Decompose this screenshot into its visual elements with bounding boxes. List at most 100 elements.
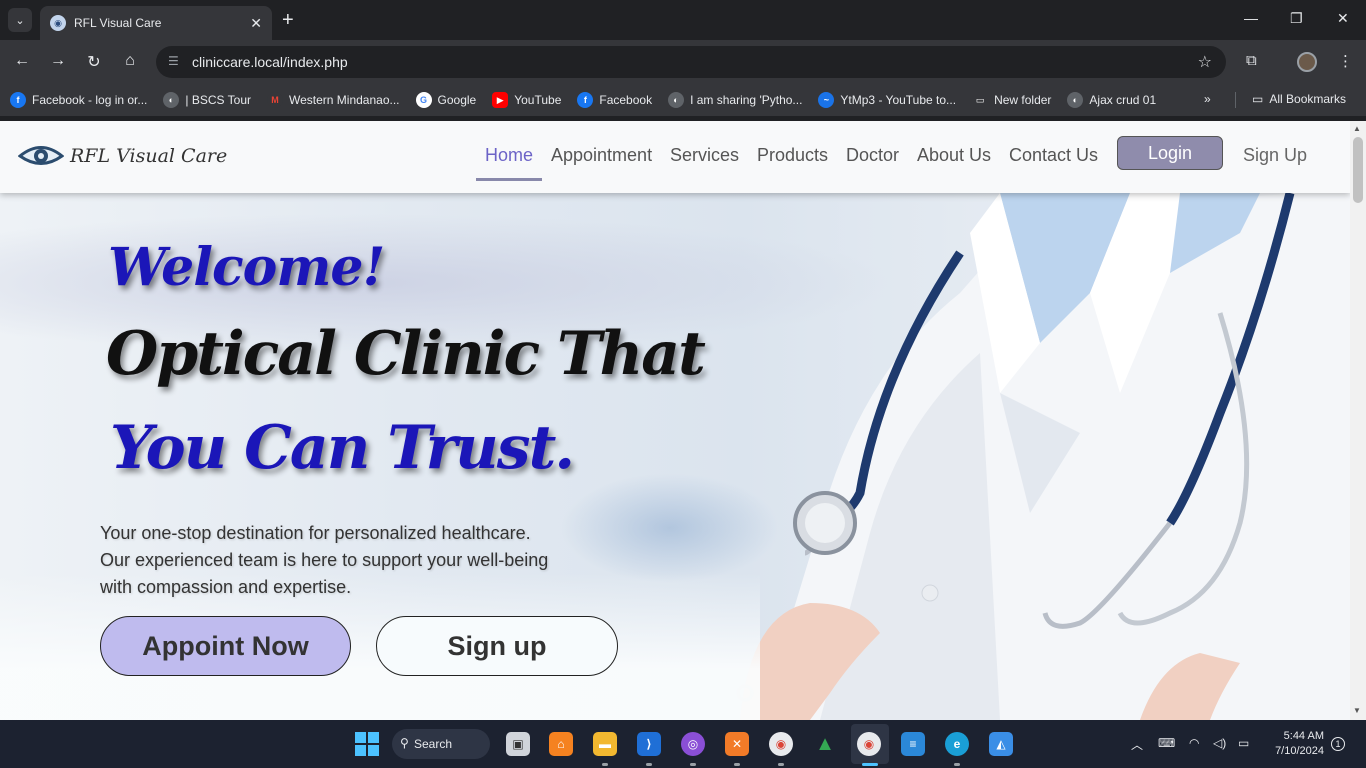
- site-navbar: RFL Visual Care Home Appointment Service…: [0, 121, 1350, 193]
- forward-icon[interactable]: →: [48, 52, 68, 70]
- google-drive-icon[interactable]: ▲: [813, 732, 837, 756]
- site-logo[interactable]: RFL Visual Care: [18, 141, 227, 171]
- back-icon[interactable]: ←: [12, 52, 32, 70]
- site-favicon-icon: ◉: [50, 15, 66, 31]
- appoint-now-button[interactable]: Appoint Now: [100, 616, 351, 676]
- notification-badge[interactable]: 1: [1331, 737, 1345, 751]
- chevron-down-icon: ⌄: [15, 14, 25, 27]
- title-bar: ⌄ ◉ RFL Visual Care ✕ + — ❐ ✕: [0, 0, 1366, 40]
- site-info-icon[interactable]: ☰: [168, 54, 179, 68]
- page-scrollbar[interactable]: ▲ ▼: [1350, 121, 1366, 720]
- nav-products[interactable]: Products: [757, 145, 828, 166]
- more-bookmarks-icon[interactable]: »: [1204, 92, 1211, 106]
- gmail-icon: M: [267, 92, 283, 108]
- vscode-icon[interactable]: ⟩: [637, 732, 661, 756]
- bookmark-item[interactable]: ~ YtMp3 - YouTube to...: [818, 92, 956, 108]
- profile-avatar[interactable]: [1297, 52, 1317, 72]
- chrome-icon[interactable]: ◉: [769, 732, 793, 756]
- reload-icon[interactable]: ↻: [84, 52, 104, 72]
- office-app-icon[interactable]: ⌂: [549, 732, 573, 756]
- minimize-icon[interactable]: —: [1244, 10, 1258, 26]
- nav-services[interactable]: Services: [670, 145, 739, 166]
- bookmarks-bar: f Facebook - log in or... ◐ | BSCS Tour MW…: [0, 84, 1366, 116]
- task-view-icon[interactable]: ▣: [506, 732, 530, 756]
- nav-home[interactable]: Home: [485, 145, 533, 166]
- youtube-icon: ▶: [492, 92, 509, 108]
- github-desktop-icon[interactable]: ◎: [681, 732, 705, 756]
- battery-icon[interactable]: ▭: [1238, 736, 1249, 750]
- new-tab-button[interactable]: +: [282, 10, 294, 30]
- tray-overflow-icon[interactable]: ︿: [1131, 736, 1143, 753]
- nav-contact-us[interactable]: Contact Us: [1009, 145, 1098, 166]
- page-viewport: RFL Visual Care Home Appointment Service…: [0, 121, 1350, 720]
- hero-signup-button[interactable]: Sign up: [376, 616, 618, 676]
- restore-icon[interactable]: ❐: [1290, 10, 1303, 27]
- bookmark-item[interactable]: ◐ Ajax crud 01: [1067, 92, 1156, 108]
- notepad-icon[interactable]: ≡: [901, 732, 925, 756]
- hero-tagline: Your one-stop destination for personaliz…: [100, 523, 549, 597]
- welcome-heading: Welcome!: [108, 237, 385, 298]
- hero-section: Welcome! Optical Clinic That You Can Tru…: [0, 193, 1350, 720]
- globe-icon: ◐: [163, 92, 180, 108]
- close-tab-icon[interactable]: ✕: [250, 15, 262, 32]
- google-icon: G: [415, 92, 432, 108]
- running-indicator: [954, 763, 960, 766]
- facebook-icon: f: [577, 92, 594, 108]
- nav-doctor[interactable]: Doctor: [846, 145, 899, 166]
- doctor-image: [736, 193, 1350, 720]
- running-indicator: [690, 763, 696, 766]
- scroll-up-icon[interactable]: ▲: [1353, 124, 1361, 133]
- volume-icon[interactable]: ◁): [1213, 736, 1226, 750]
- folder-icon: ▭: [1252, 92, 1264, 106]
- bookmark-item[interactable]: M Western Mindanao...: [267, 92, 400, 108]
- bookmarks-divider: [1235, 92, 1236, 108]
- bookmark-item[interactable]: f Facebook - log in or...: [10, 92, 147, 108]
- windows-start-icon[interactable]: [355, 732, 379, 756]
- menu-kebab-icon[interactable]: ⋮: [1338, 52, 1353, 70]
- brand-name: RFL Visual Care: [70, 145, 228, 167]
- bookmark-item[interactable]: ◐ I am sharing 'Pytho...: [668, 92, 802, 108]
- running-indicator: [602, 763, 608, 766]
- nav-appointment[interactable]: Appointment: [551, 145, 652, 166]
- search-icon: ⚲: [400, 736, 409, 750]
- home-icon[interactable]: ⌂: [120, 52, 140, 70]
- bookmark-item[interactable]: ◐ | BSCS Tour: [163, 92, 251, 108]
- wifi-icon[interactable]: ◠: [1189, 736, 1199, 750]
- edge-icon[interactable]: e: [945, 732, 969, 756]
- windows-taskbar: ⚲ Search ▣ ⌂ ▬ ⟩ ◎ ✕ ◉ ▲ ◉ ≡ e ◭ ︿ ⌨ ◠ ◁…: [0, 720, 1366, 768]
- extensions-icon[interactable]: ⧉: [1246, 52, 1257, 69]
- bookmark-item[interactable]: G Google: [415, 92, 476, 108]
- all-bookmarks-button[interactable]: ▭ All Bookmarks: [1252, 92, 1346, 106]
- bookmark-item[interactable]: f Facebook: [577, 92, 652, 108]
- taskbar-search[interactable]: ⚲ Search: [392, 729, 490, 759]
- active-nav-indicator: [476, 178, 542, 181]
- bookmark-item[interactable]: ▶ YouTube: [492, 92, 561, 108]
- nav-about-us[interactable]: About Us: [917, 145, 991, 166]
- facebook-icon: f: [10, 92, 26, 108]
- running-indicator: [646, 763, 652, 766]
- tab-search-button[interactable]: ⌄: [8, 8, 32, 32]
- scroll-down-icon[interactable]: ▼: [1353, 706, 1361, 715]
- scrollbar-thumb[interactable]: [1353, 137, 1363, 203]
- address-bar[interactable]: ☰ cliniccare.local/index.php ☆: [156, 46, 1226, 78]
- close-window-icon[interactable]: ✕: [1337, 10, 1349, 27]
- folder-icon: ▭: [975, 94, 985, 105]
- xampp-icon[interactable]: ✕: [725, 732, 749, 756]
- system-clock[interactable]: 5:44 AM 7/10/2024: [1266, 729, 1324, 759]
- url-text: cliniccare.local/index.php: [192, 54, 348, 70]
- running-indicator: [778, 763, 784, 766]
- running-indicator: [734, 763, 740, 766]
- bookmark-star-icon[interactable]: ☆: [1198, 52, 1212, 72]
- bookmark-item[interactable]: ▭ New folder: [972, 92, 1052, 108]
- running-indicator: [862, 763, 878, 766]
- file-explorer-icon[interactable]: ▬: [593, 732, 617, 756]
- chrome-profile-icon[interactable]: ◉: [857, 732, 881, 756]
- ytmp3-icon: ~: [818, 92, 835, 108]
- browser-tab-active[interactable]: ◉ RFL Visual Care ✕: [40, 6, 272, 40]
- browser-toolbar: ← → ↻ ⌂ ☰ cliniccare.local/index.php ☆ ⧉…: [0, 40, 1366, 84]
- photos-icon[interactable]: ◭: [989, 732, 1013, 756]
- headline-line1: Optical Clinic That: [106, 319, 706, 389]
- keyboard-icon[interactable]: ⌨: [1158, 736, 1175, 750]
- login-button[interactable]: Login: [1117, 136, 1223, 170]
- signup-link[interactable]: Sign Up: [1243, 145, 1307, 166]
